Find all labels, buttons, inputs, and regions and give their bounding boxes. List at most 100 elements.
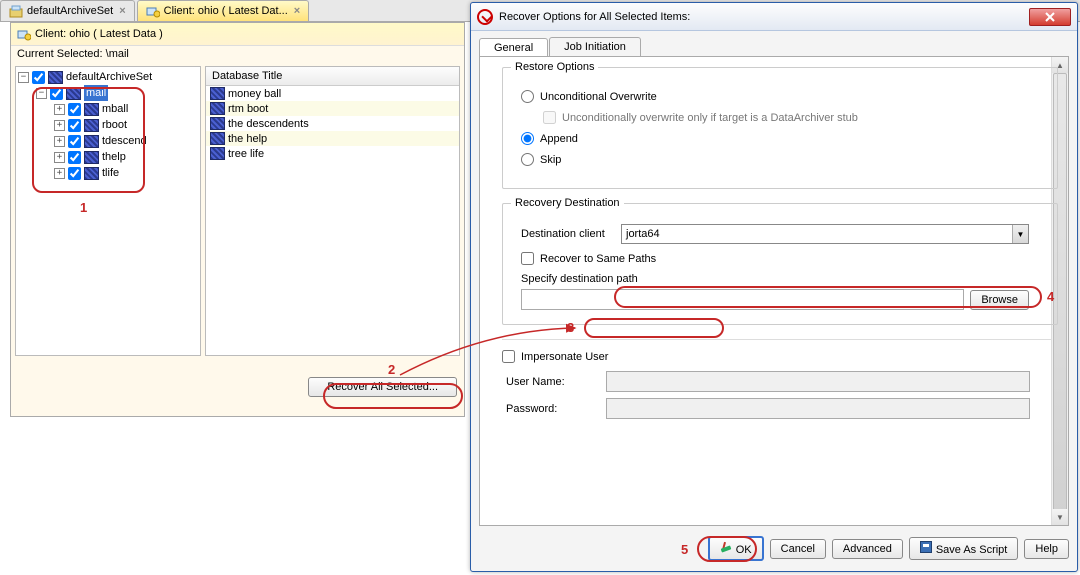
tree-checkbox[interactable] bbox=[50, 87, 63, 100]
list-pane[interactable]: Database Title money ball rtm boot the des… bbox=[205, 66, 460, 356]
tree-label: tlife bbox=[102, 165, 119, 181]
expand-icon[interactable]: + bbox=[54, 120, 65, 131]
db-icon bbox=[84, 103, 99, 116]
browse-button[interactable]: Browse bbox=[970, 290, 1029, 310]
tree-node[interactable]: + tlife bbox=[54, 165, 198, 181]
dialog-tabs: General Job Initiation bbox=[471, 31, 1077, 56]
tree-root-node[interactable]: − defaultArchiveSet bbox=[18, 69, 198, 85]
radio-skip[interactable]: Skip bbox=[521, 153, 1029, 166]
tab-general[interactable]: General bbox=[479, 38, 548, 57]
tab-label: Client: ohio ( Latest Dat... bbox=[164, 5, 288, 17]
password-label: Password: bbox=[506, 403, 606, 415]
tab-client-ohio[interactable]: Client: ohio ( Latest Dat... × bbox=[137, 0, 310, 21]
check-recover-same-paths[interactable]: Recover to Same Paths bbox=[521, 252, 1029, 265]
tree-label: tdescend bbox=[102, 133, 147, 149]
restore-options-group: Restore Options Unconditional Overwrite … bbox=[502, 67, 1058, 189]
password-input bbox=[606, 398, 1030, 419]
close-icon[interactable]: × bbox=[294, 5, 300, 17]
tab-job-initiation[interactable]: Job Initiation bbox=[549, 37, 641, 56]
tree-checkbox[interactable] bbox=[32, 71, 45, 84]
tree-checkbox[interactable] bbox=[68, 151, 81, 164]
group-title: Restore Options bbox=[511, 61, 598, 73]
tree-checkbox[interactable] bbox=[68, 167, 81, 180]
close-icon[interactable] bbox=[1029, 8, 1071, 26]
tree-node[interactable]: + rboot bbox=[54, 117, 198, 133]
expand-icon[interactable]: + bbox=[54, 136, 65, 147]
radio-append[interactable]: Append bbox=[521, 132, 1029, 145]
db-icon bbox=[210, 87, 225, 100]
dialog-footer: OK Cancel Advanced Save As Script Help bbox=[471, 526, 1077, 571]
tree-label: rboot bbox=[102, 117, 127, 133]
expand-icon[interactable]: + bbox=[54, 152, 65, 163]
list-column-header[interactable]: Database Title bbox=[206, 67, 459, 86]
db-icon bbox=[210, 102, 225, 115]
tree-node[interactable]: +thelp bbox=[54, 149, 198, 165]
radio-input[interactable] bbox=[521, 153, 534, 166]
tree-node[interactable]: +mball bbox=[54, 101, 198, 117]
list-item[interactable]: the descendents bbox=[206, 116, 459, 131]
recover-all-button[interactable]: Recover All Selected... bbox=[308, 377, 457, 397]
browser-panel: Client: ohio ( Latest Data ) Current Sel… bbox=[10, 22, 465, 417]
recover-icon bbox=[477, 9, 493, 25]
tree-selected-label: mail bbox=[84, 85, 108, 101]
db-icon bbox=[84, 167, 99, 180]
db-icon bbox=[210, 117, 225, 130]
db-icon bbox=[84, 119, 99, 132]
radio-unconditional[interactable]: Unconditional Overwrite bbox=[521, 90, 1029, 103]
list-item-label: the descendents bbox=[228, 118, 309, 130]
current-selected: Current Selected: \mail bbox=[11, 46, 464, 62]
tree-checkbox[interactable] bbox=[68, 119, 81, 132]
destination-path-input[interactable] bbox=[521, 289, 964, 310]
divider bbox=[502, 339, 1058, 340]
list-item[interactable]: rtm boot bbox=[206, 101, 459, 116]
db-icon bbox=[48, 71, 63, 84]
collapse-icon[interactable]: − bbox=[36, 88, 47, 99]
radio-input[interactable] bbox=[521, 132, 534, 145]
list-item[interactable]: money ball bbox=[206, 86, 459, 101]
tree-node-mail[interactable]: − mail bbox=[36, 85, 198, 101]
expand-icon[interactable]: + bbox=[54, 168, 65, 179]
help-button[interactable]: Help bbox=[1024, 539, 1069, 559]
client-icon bbox=[17, 27, 31, 41]
collapse-icon[interactable]: − bbox=[18, 72, 29, 83]
cancel-button[interactable]: Cancel bbox=[770, 539, 826, 559]
combo-value: jorta64 bbox=[626, 228, 660, 240]
save-as-script-button[interactable]: Save As Script bbox=[909, 537, 1019, 560]
chevron-down-icon[interactable]: ▼ bbox=[1012, 225, 1028, 243]
user-name-input bbox=[606, 371, 1030, 392]
list-item-label: rtm boot bbox=[228, 103, 268, 115]
tab-label: defaultArchiveSet bbox=[27, 5, 113, 17]
dest-client-label: Destination client bbox=[521, 228, 621, 240]
list-item[interactable]: the help bbox=[206, 131, 459, 146]
radio-label: Append bbox=[540, 133, 578, 145]
expand-icon[interactable]: + bbox=[54, 104, 65, 115]
radio-label: Unconditional Overwrite bbox=[540, 91, 657, 103]
list-item-label: money ball bbox=[228, 88, 281, 100]
check-unconditional-stub: Unconditionally overwrite only if target… bbox=[543, 111, 1029, 124]
save-label: Save As Script bbox=[936, 544, 1008, 556]
checkbox-input[interactable] bbox=[502, 350, 515, 363]
dialog-body: ▲ ▼ Restore Options Unconditional Overwr… bbox=[479, 56, 1069, 526]
tree-node[interactable]: + tdescend bbox=[54, 133, 198, 149]
dialog-titlebar[interactable]: Recover Options for All Selected Items: bbox=[471, 3, 1077, 31]
tree-checkbox[interactable] bbox=[68, 135, 81, 148]
destination-client-combo[interactable]: jorta64 ▼ bbox=[621, 224, 1029, 244]
save-icon bbox=[920, 541, 932, 553]
password-row: Password: bbox=[506, 398, 1058, 419]
tree-checkbox[interactable] bbox=[68, 103, 81, 116]
checkbox-input[interactable] bbox=[521, 252, 534, 265]
db-icon bbox=[210, 147, 225, 160]
ok-button[interactable]: OK bbox=[708, 536, 764, 561]
recover-options-dialog: Recover Options for All Selected Items: … bbox=[470, 2, 1078, 572]
check-label: Recover to Same Paths bbox=[540, 253, 656, 265]
check-impersonate-user[interactable]: Impersonate User bbox=[502, 350, 1058, 363]
list-item-label: the help bbox=[228, 133, 267, 145]
close-icon[interactable]: × bbox=[119, 5, 125, 17]
radio-input[interactable] bbox=[521, 90, 534, 103]
advanced-button[interactable]: Advanced bbox=[832, 539, 903, 559]
tree-pane[interactable]: − defaultArchiveSet − mail +mball+rboot+… bbox=[15, 66, 201, 356]
list-item[interactable]: tree life bbox=[206, 146, 459, 161]
tab-default-archive[interactable]: defaultArchiveSet × bbox=[0, 0, 135, 21]
scroll-down-icon[interactable]: ▼ bbox=[1052, 509, 1068, 525]
check-label: Unconditionally overwrite only if target… bbox=[562, 112, 858, 124]
